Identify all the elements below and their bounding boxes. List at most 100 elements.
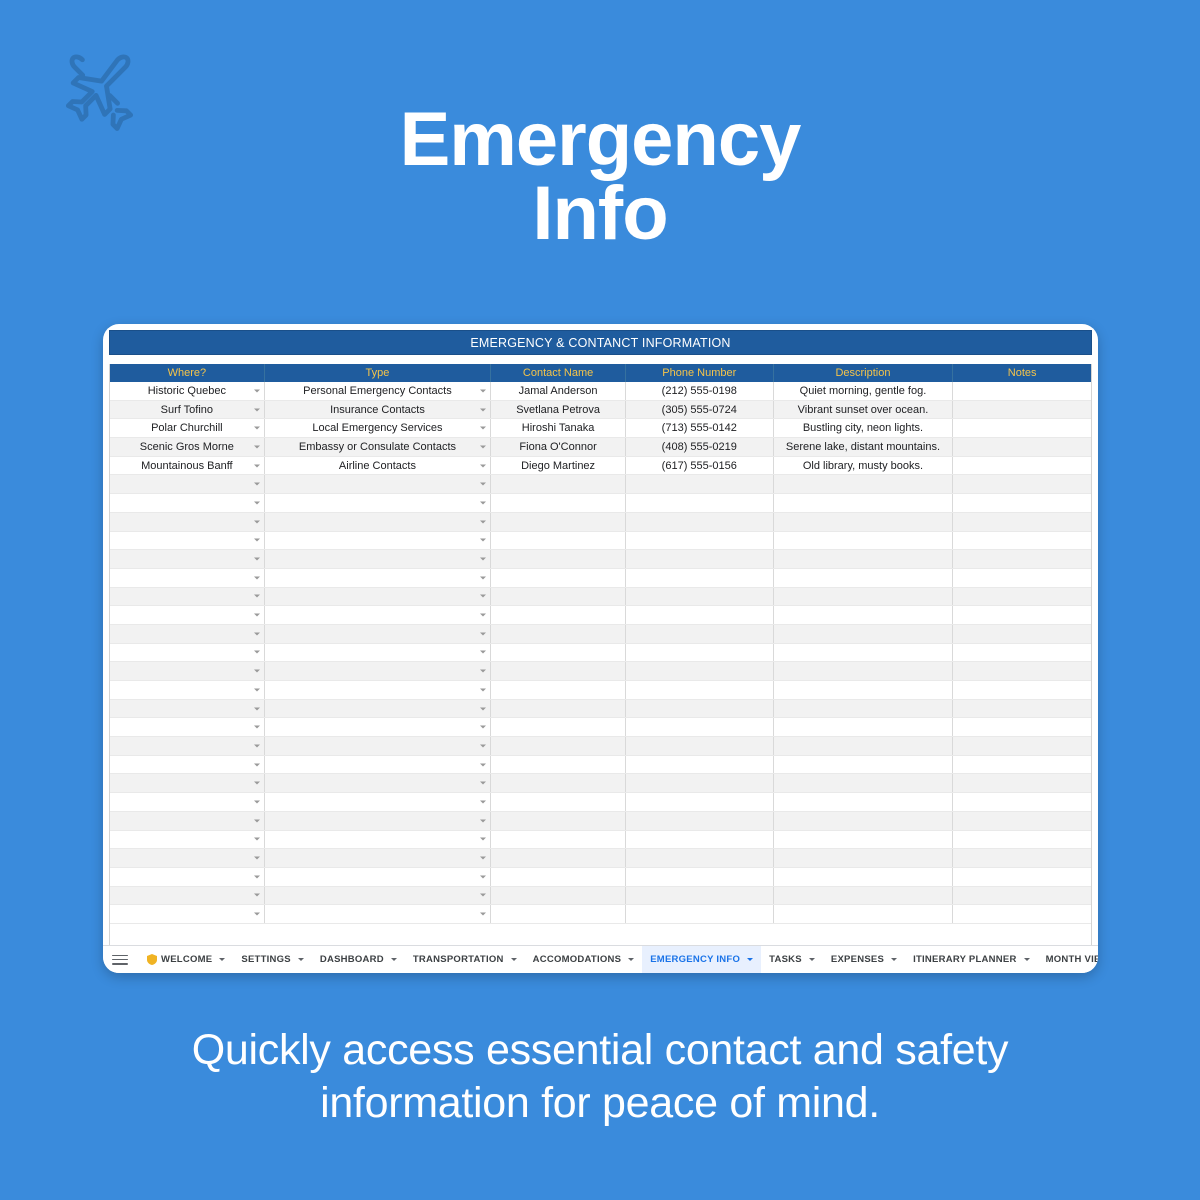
sheet-tab-month-view[interactable]: MONTH VIEW <box>1038 946 1098 973</box>
cell-description[interactable]: Quiet morning, gentle fog. <box>774 382 954 400</box>
cell-contact-name[interactable]: Hiroshi Tanaka <box>491 419 626 438</box>
table-row[interactable] <box>110 475 1091 495</box>
sheet-tab-accomodations[interactable]: ACCOMODATIONS <box>525 946 643 973</box>
cell-notes[interactable] <box>953 401 1091 419</box>
chevron-down-icon[interactable] <box>480 912 487 916</box>
chevron-down-icon[interactable] <box>253 594 260 598</box>
cell-type[interactable] <box>265 643 492 662</box>
chevron-down-icon[interactable] <box>480 688 487 692</box>
cell-phone-number[interactable] <box>626 681 774 699</box>
cell-where[interactable] <box>110 867 265 886</box>
chevron-down-icon[interactable] <box>253 744 260 748</box>
cell-notes[interactable] <box>953 569 1091 587</box>
cell-phone-number[interactable] <box>626 662 774 680</box>
cell-contact-name[interactable] <box>491 811 626 830</box>
cell-where[interactable]: Scenic Gros Morne <box>110 438 265 456</box>
spreadsheet-grid[interactable]: Where? Type Contact Name Phone Number De… <box>109 364 1092 973</box>
cell-description[interactable]: Old library, musty books. <box>774 456 954 475</box>
cell-contact-name[interactable] <box>491 681 626 699</box>
cell-contact-name[interactable] <box>491 587 626 606</box>
cell-phone-number[interactable] <box>626 774 774 793</box>
cell-type[interactable] <box>265 718 492 737</box>
cell-type[interactable] <box>265 811 492 830</box>
cell-contact-name[interactable] <box>491 643 626 662</box>
table-row[interactable] <box>110 643 1091 663</box>
cell-phone-number[interactable]: (713) 555-0142 <box>626 419 774 438</box>
cell-description[interactable] <box>774 662 954 680</box>
chevron-down-icon[interactable] <box>253 725 260 729</box>
cell-contact-name[interactable] <box>491 568 626 587</box>
cell-phone-number[interactable] <box>626 867 774 886</box>
cell-type[interactable] <box>265 849 492 867</box>
cell-phone-number[interactable] <box>626 849 774 867</box>
cell-contact-name[interactable] <box>491 737 626 755</box>
chevron-down-icon[interactable] <box>253 501 260 505</box>
table-row[interactable] <box>110 587 1091 607</box>
cell-phone-number[interactable] <box>626 793 774 811</box>
chevron-down-icon[interactable] <box>747 958 754 961</box>
cell-type[interactable] <box>265 475 492 494</box>
table-row[interactable] <box>110 830 1091 850</box>
cell-where[interactable]: Historic Quebec <box>110 382 265 400</box>
cell-phone-number[interactable] <box>626 905 774 923</box>
cell-description[interactable] <box>774 755 954 774</box>
cell-type[interactable]: Airline Contacts <box>265 456 492 475</box>
column-header-description[interactable]: Description <box>774 364 954 382</box>
table-row[interactable] <box>110 905 1091 924</box>
cell-notes[interactable] <box>953 625 1091 643</box>
cell-description[interactable] <box>774 475 954 494</box>
cell-type[interactable] <box>265 830 492 849</box>
cell-type[interactable]: Personal Emergency Contacts <box>265 382 492 400</box>
hamburger-menu-icon[interactable] <box>111 953 129 967</box>
cell-description[interactable] <box>774 774 954 793</box>
cell-where[interactable] <box>110 849 265 867</box>
cell-phone-number[interactable] <box>626 718 774 737</box>
table-row[interactable] <box>110 662 1091 681</box>
table-row[interactable] <box>110 737 1091 756</box>
cell-description[interactable] <box>774 737 954 755</box>
cell-contact-name[interactable] <box>491 475 626 494</box>
column-header-contact-name[interactable]: Contact Name <box>491 364 626 382</box>
chevron-down-icon[interactable] <box>480 389 487 393</box>
cell-notes[interactable] <box>953 737 1091 755</box>
cell-phone-number[interactable] <box>626 475 774 494</box>
cell-description[interactable] <box>774 681 954 699</box>
cell-type[interactable] <box>265 774 492 793</box>
column-header-notes[interactable]: Notes <box>953 364 1091 382</box>
column-header-where[interactable]: Where? <box>110 364 265 382</box>
cell-where[interactable] <box>110 774 265 793</box>
chevron-down-icon[interactable] <box>480 856 487 860</box>
cell-contact-name[interactable] <box>491 550 626 568</box>
chevron-down-icon[interactable] <box>253 464 260 468</box>
cell-where[interactable] <box>110 811 265 830</box>
cell-description[interactable] <box>774 699 954 718</box>
cell-contact-name[interactable]: Svetlana Petrova <box>491 400 626 419</box>
cell-phone-number[interactable] <box>626 830 774 849</box>
chevron-down-icon[interactable] <box>480 501 487 505</box>
cell-phone-number[interactable] <box>626 737 774 755</box>
sheet-tab-expenses[interactable]: EXPENSES <box>823 946 905 973</box>
cell-notes[interactable] <box>953 887 1091 905</box>
cell-notes[interactable] <box>953 681 1091 699</box>
table-row[interactable] <box>110 755 1091 775</box>
cell-notes[interactable] <box>953 457 1091 475</box>
chevron-down-icon[interactable] <box>480 875 487 879</box>
cell-notes[interactable] <box>953 774 1091 792</box>
cell-where[interactable] <box>110 512 265 531</box>
cell-contact-name[interactable] <box>491 905 626 923</box>
cell-type[interactable] <box>265 624 492 643</box>
cell-contact-name[interactable] <box>491 849 626 867</box>
chevron-down-icon[interactable] <box>253 893 260 897</box>
cell-phone-number[interactable] <box>626 587 774 606</box>
sheet-tab-transportation[interactable]: TRANSPORTATION <box>405 946 525 973</box>
table-row[interactable] <box>110 512 1091 532</box>
cell-phone-number[interactable] <box>626 550 774 568</box>
table-row[interactable] <box>110 867 1091 887</box>
chevron-down-icon[interactable] <box>253 781 260 785</box>
table-row[interactable] <box>110 718 1091 738</box>
cell-description[interactable] <box>774 643 954 662</box>
cell-description[interactable] <box>774 811 954 830</box>
cell-description[interactable] <box>774 512 954 531</box>
chevron-down-icon[interactable] <box>253 875 260 879</box>
cell-type[interactable] <box>265 886 492 905</box>
